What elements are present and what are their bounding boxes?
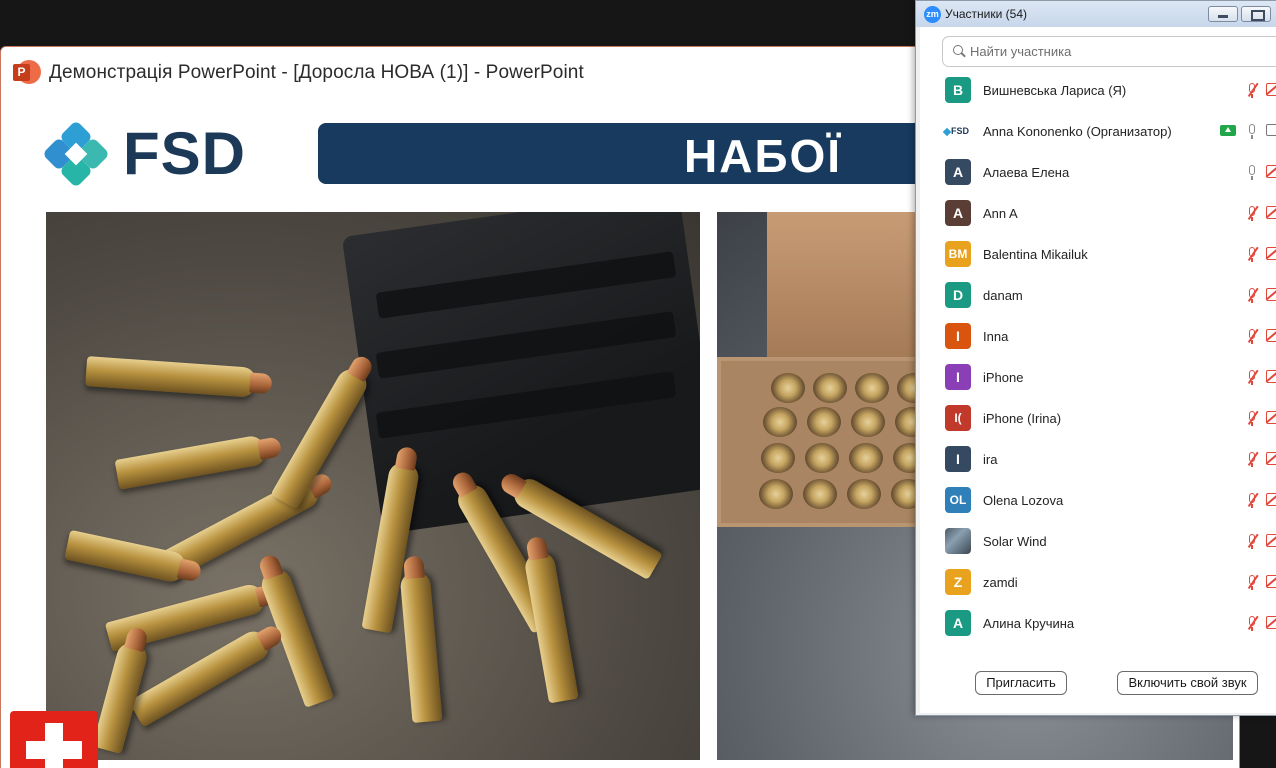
video-icon[interactable] <box>1266 124 1276 136</box>
participant-row[interactable]: Ddanam <box>920 275 1276 316</box>
participant-row[interactable]: I Inna <box>920 316 1276 357</box>
participant-row[interactable]: Solar Wind <box>920 521 1276 562</box>
mic-muted-icon[interactable] <box>1244 574 1260 591</box>
participant-avatar: I <box>945 364 971 390</box>
participant-avatar <box>945 528 971 554</box>
participant-name: Anna Kononenko (Организатор) <box>983 124 1172 139</box>
video-off-icon[interactable] <box>1266 493 1276 506</box>
participant-name: iPhone (Irina) <box>983 411 1062 426</box>
participant-name: Inna <box>983 329 1009 344</box>
participant-row[interactable]: OL Olena Lozova <box>920 480 1276 521</box>
video-off-icon[interactable] <box>1266 83 1276 96</box>
video-off-icon[interactable] <box>1266 370 1276 383</box>
participant-name: Ann A <box>983 206 1018 221</box>
slide-title-banner: НАБОЇ <box>318 123 1018 184</box>
unmute-self-button[interactable]: Включить свой звук <box>1117 671 1258 695</box>
zoom-logo-icon: zm <box>924 5 941 23</box>
box-tray <box>717 357 931 527</box>
participant-row[interactable]: FSD Anna Kononenko (Организатор) <box>920 111 1276 152</box>
participant-avatar: I <box>945 323 971 349</box>
participant-name: Solar Wind <box>983 534 1047 549</box>
participant-name: ira <box>983 452 998 467</box>
mic-muted-icon[interactable] <box>1244 328 1260 345</box>
mic-muted-icon[interactable] <box>1244 615 1260 632</box>
participant-avatar: А <box>945 159 971 185</box>
participant-name: iPhone <box>983 370 1024 385</box>
search-icon <box>953 45 966 58</box>
fsd-logo: FSD <box>42 120 246 188</box>
participant-name: zamdi <box>983 575 1018 590</box>
participant-name: Алина Кручина <box>983 616 1075 631</box>
window-title: Демонстрація PowerPoint - [Доросла НОВА … <box>49 62 584 83</box>
participant-name: Вишневська Лариса (Я) <box>983 83 1127 98</box>
mic-muted-icon[interactable] <box>1244 533 1260 550</box>
search-input[interactable] <box>970 44 1250 59</box>
video-off-icon[interactable] <box>1266 411 1276 424</box>
participant-name: Balentina Mikailuk <box>983 247 1088 262</box>
zoom-titlebar[interactable]: zm Участники (54) <box>916 1 1276 27</box>
participant-avatar: I <box>945 446 971 472</box>
video-off-icon[interactable] <box>1266 534 1276 547</box>
minimize-button[interactable] <box>1208 6 1238 22</box>
mic-muted-icon[interactable] <box>1244 287 1260 304</box>
participant-row[interactable]: Zzamdi <box>920 562 1276 603</box>
powerpoint-app-icon: P <box>13 60 41 86</box>
participant-row[interactable]: A Ann A <box>920 193 1276 234</box>
participant-row[interactable]: BM Balentina Mikailuk <box>920 234 1276 275</box>
participant-row[interactable]: I( iPhone (Irina) <box>920 398 1276 439</box>
mic-muted-icon[interactable] <box>1244 410 1260 427</box>
video-off-icon[interactable] <box>1266 452 1276 465</box>
mic-muted-icon[interactable] <box>1244 451 1260 468</box>
participant-row[interactable]: А Алаева Елена <box>920 152 1276 193</box>
participant-row[interactable]: В Вишневська Лариса (Я) <box>920 70 1276 111</box>
participant-avatar: I( <box>945 405 971 431</box>
zoom-participants-panel: zm Участники (54) В Вишневська Лариса (Я)… <box>915 0 1276 716</box>
participant-avatar: BM <box>945 241 971 267</box>
video-off-icon[interactable] <box>1266 247 1276 260</box>
participant-row[interactable]: IiPhone <box>920 357 1276 398</box>
participant-name: Olena Lozova <box>983 493 1064 508</box>
mic-muted-icon[interactable] <box>1244 492 1260 509</box>
mic-muted-icon[interactable] <box>1244 369 1260 386</box>
video-off-icon[interactable] <box>1266 616 1276 629</box>
bullets-photo <box>46 212 700 760</box>
fsd-logo-text: FSD <box>123 120 246 187</box>
participant-search[interactable] <box>942 36 1276 67</box>
participant-list[interactable]: В Вишневська Лариса (Я) FSD Anna Kononenko … <box>920 70 1276 650</box>
participants-body: В Вишневська Лариса (Я) FSD Anna Kononenko … <box>920 27 1276 713</box>
screen-share-icon <box>1220 125 1236 136</box>
participant-avatar: В <box>945 77 971 103</box>
video-off-icon[interactable] <box>1266 288 1276 301</box>
video-off-icon[interactable] <box>1266 329 1276 342</box>
participant-avatar: FSD <box>944 118 972 144</box>
participant-avatar: OL <box>945 487 971 513</box>
video-off-icon[interactable] <box>1266 575 1276 588</box>
restore-button[interactable] <box>1241 6 1271 22</box>
mic-muted-icon[interactable] <box>1244 205 1260 222</box>
invite-button[interactable]: Пригласить <box>975 671 1067 695</box>
video-off-icon[interactable] <box>1266 165 1276 178</box>
mic-icon[interactable] <box>1244 164 1260 181</box>
participant-avatar: А <box>945 610 971 636</box>
slide-title: НАБОЇ <box>684 130 842 182</box>
swiss-cross-logo <box>10 711 98 768</box>
mic-muted-icon[interactable] <box>1244 82 1260 99</box>
participant-avatar: D <box>945 282 971 308</box>
participant-row[interactable]: Iira <box>920 439 1276 480</box>
mic-muted-icon[interactable] <box>1244 246 1260 263</box>
participant-name: danam <box>983 288 1023 303</box>
fsd-logo-mark-icon <box>42 120 110 188</box>
powerpoint-icon-letter: P <box>13 64 30 81</box>
participants-title: Участники (54) <box>945 7 1028 21</box>
participant-avatar: Z <box>945 569 971 595</box>
mic-icon[interactable] <box>1244 123 1260 140</box>
video-off-icon[interactable] <box>1266 206 1276 219</box>
participant-row[interactable]: А Алина Кручина <box>920 603 1276 644</box>
desktop-screen: P Демонстрація PowerPoint - [Доросла НОВ… <box>0 0 1276 768</box>
participant-avatar: A <box>945 200 971 226</box>
participant-name: Алаева Елена <box>983 165 1070 180</box>
